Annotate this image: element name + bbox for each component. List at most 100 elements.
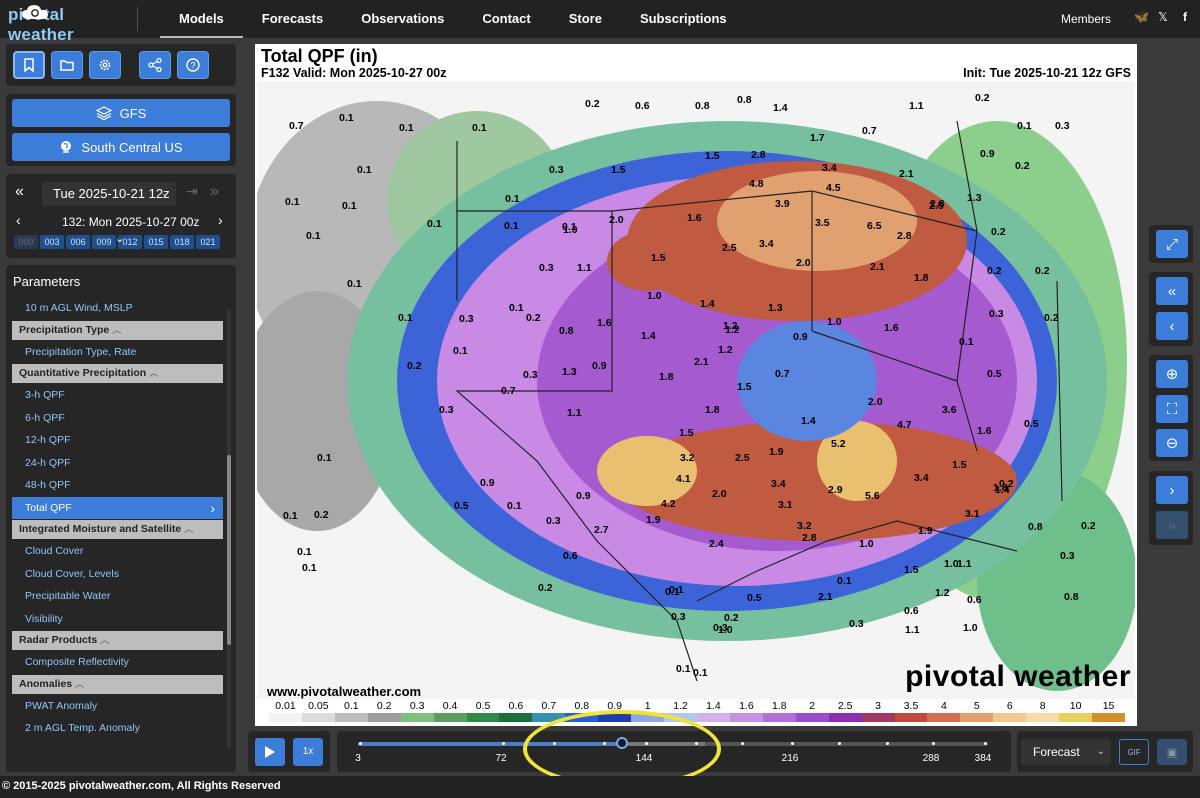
colorbar-label: 0.01 xyxy=(275,700,296,712)
model-region-panel: GFS South Central US xyxy=(6,94,236,166)
qpf-value-label: 0.1 xyxy=(357,164,372,176)
facebook-icon[interactable]: f xyxy=(1178,10,1192,24)
latest-run-icon[interactable]: ⇥ xyxy=(186,183,198,200)
qpf-value-label: 0.9 xyxy=(793,331,808,343)
hour-chip[interactable]: 003 xyxy=(40,235,64,249)
nav-forecasts[interactable]: Forecasts xyxy=(243,0,342,38)
bookmark-button[interactable] xyxy=(13,51,45,79)
hour-chip[interactable]: 015 xyxy=(144,235,168,249)
x-icon[interactable]: 𝕏 xyxy=(1156,10,1170,24)
members-link[interactable]: Members xyxy=(1061,12,1111,26)
pivotal-weather-logo[interactable]: pivotal weather xyxy=(6,4,134,44)
hour-chip[interactable]: 021 xyxy=(196,235,220,249)
parameter-group-label: Quantitative Precipitation xyxy=(19,367,147,379)
qpf-value-label: 0.1 xyxy=(339,112,354,124)
prev-button[interactable]: ‹ xyxy=(1156,312,1188,340)
share-button[interactable] xyxy=(139,51,171,79)
qpf-value-label: 1.8 xyxy=(914,272,929,284)
parameter-item[interactable]: 3-h QPF xyxy=(12,384,223,407)
parameter-group-header[interactable]: Precipitation Type ︿ xyxy=(12,320,223,340)
next-button[interactable]: › xyxy=(1156,476,1188,504)
parameter-group-header[interactable]: Quantitative Precipitation ︿ xyxy=(12,364,223,383)
prev-icon: ‹ xyxy=(1169,317,1175,335)
expand-hours-icon[interactable]: ⌄ xyxy=(115,232,124,245)
rewind-button[interactable]: « xyxy=(1156,277,1188,305)
colorbar-label: 1.4 xyxy=(706,700,721,712)
qpf-value-label: 1.0 xyxy=(859,538,874,550)
qpf-value-label: 0.1 xyxy=(398,312,413,324)
settings-button[interactable] xyxy=(89,51,121,79)
zoom-in-button[interactable]: ⊕ xyxy=(1156,360,1188,388)
parameter-group-header[interactable]: Anomalies ︿ xyxy=(12,674,223,694)
timeline-thumb[interactable] xyxy=(616,737,628,749)
parameter-item-selected[interactable]: Total QPF xyxy=(12,496,223,519)
parameter-group-label: Radar Products xyxy=(19,634,98,646)
scrollbar-thumb[interactable] xyxy=(227,455,231,645)
fast-forward-button[interactable]: » xyxy=(1156,511,1188,539)
nav-store[interactable]: Store xyxy=(550,0,621,38)
nav-subscriptions[interactable]: Subscriptions xyxy=(621,0,746,38)
qpf-value-label: 2.0 xyxy=(609,214,624,226)
cloud-gear-icon xyxy=(22,5,48,19)
expand-button[interactable]: ⤢ xyxy=(1156,230,1188,258)
next-run-icon[interactable]: » xyxy=(210,183,219,201)
qpf-value-label: 0.1 xyxy=(504,220,519,232)
parameter-item[interactable]: Cloud Cover xyxy=(12,540,223,563)
qpf-value-label: 1.0 xyxy=(718,624,733,636)
nav-observations[interactable]: Observations xyxy=(342,0,463,38)
parameter-item[interactable]: Composite Reflectivity xyxy=(12,651,223,674)
timeline-tick xyxy=(553,742,556,745)
divider xyxy=(137,7,138,31)
qpf-value-label: 2.8 xyxy=(897,230,912,242)
model-button[interactable]: GFS xyxy=(12,99,230,127)
qpf-value-label: 1.0 xyxy=(963,622,978,634)
colorbar-swatch xyxy=(927,713,961,722)
hour-chip[interactable]: 009 xyxy=(92,235,116,249)
gif-button[interactable]: GIF xyxy=(1119,739,1149,765)
parameter-item[interactable]: Precipitation Type, Rate xyxy=(12,341,223,364)
parameter-item[interactable]: 6-h QPF xyxy=(12,407,223,430)
qpf-value-label: 3.9 xyxy=(775,198,790,210)
zoom-out-button[interactable]: ⊖ xyxy=(1156,429,1188,457)
parameter-item[interactable]: PWAT Anomaly xyxy=(12,695,223,718)
nav-contact[interactable]: Contact xyxy=(463,0,549,38)
play-button[interactable] xyxy=(255,738,285,766)
folder-button[interactable] xyxy=(51,51,83,79)
mode-select[interactable]: Forecast ⌄ xyxy=(1021,739,1111,765)
hour-chip[interactable]: 006 xyxy=(66,235,90,249)
globe-icon xyxy=(61,141,72,153)
fullscreen-button[interactable]: ⛶ xyxy=(1156,395,1188,423)
colorbar-swatch xyxy=(762,713,796,722)
parameter-item[interactable]: 2 m AGL Temp. Anomaly xyxy=(12,717,223,740)
qpf-value-label: 0.1 xyxy=(1017,120,1032,132)
parameter-group-header[interactable]: Integrated Moisture and Satellite ︿ xyxy=(12,520,223,539)
nav-models[interactable]: Models xyxy=(160,0,243,38)
parameter-item[interactable]: 12-h QPF xyxy=(12,429,223,452)
map-image: Total QPF (in) F132 Valid: Mon 2025-10-2… xyxy=(255,44,1137,726)
next-hour-icon[interactable]: › xyxy=(218,212,223,228)
image-button[interactable]: ▣ xyxy=(1157,739,1187,765)
bluesky-icon[interactable]: 🦋 xyxy=(1134,10,1149,24)
parameter-item[interactable]: 24-h QPF xyxy=(12,452,223,475)
run-select[interactable]: Tue 2025-10-21 12z ⌄ xyxy=(42,182,176,206)
parameter-item[interactable]: 10 m AGL Wind, MSLP xyxy=(12,297,223,320)
hour-chip[interactable]: 000 xyxy=(14,235,38,249)
hour-chip[interactable]: 018 xyxy=(170,235,194,249)
help-button[interactable]: ? xyxy=(177,51,209,79)
caret-up-icon: ︿ xyxy=(100,635,110,645)
parameter-group-header[interactable]: Radar Products ︿ xyxy=(12,631,223,650)
prev-run-icon[interactable]: « xyxy=(15,183,24,201)
prev-hour-icon[interactable]: ‹ xyxy=(16,212,21,228)
parameter-item[interactable]: Visibility xyxy=(12,608,223,631)
timeline-track[interactable] xyxy=(358,742,988,746)
parameter-item[interactable]: 48-h QPF xyxy=(12,474,223,497)
region-button[interactable]: South Central US xyxy=(12,133,230,161)
caret-up-icon: ︿ xyxy=(149,368,159,378)
speed-button[interactable]: 1x xyxy=(293,738,323,766)
parameter-item[interactable]: Cloud Cover, Levels xyxy=(12,563,223,586)
colorbar-label: 6 xyxy=(1006,700,1013,712)
colorbar-swatch xyxy=(795,713,829,722)
qpf-value-label: 0.2 xyxy=(1035,265,1050,277)
model-label: GFS xyxy=(119,105,147,121)
parameter-item[interactable]: Precipitable Water xyxy=(12,585,223,608)
